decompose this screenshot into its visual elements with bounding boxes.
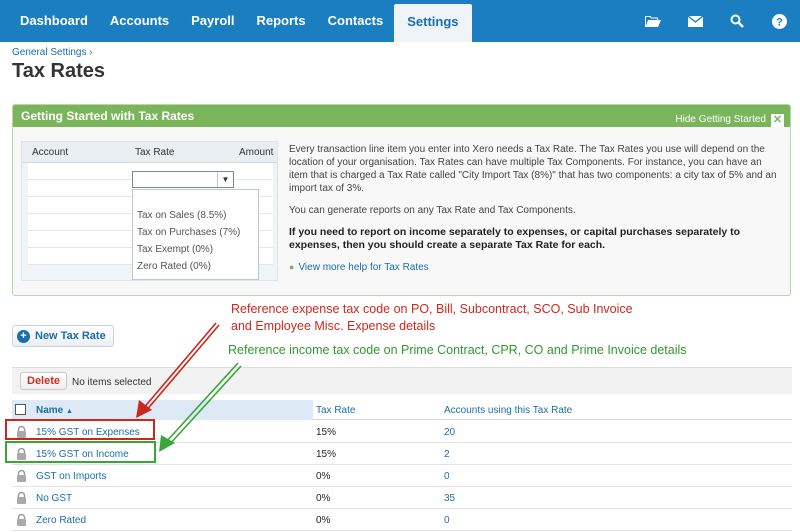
example-col-account: Account [32, 147, 69, 158]
close-icon: ✕ [771, 113, 784, 127]
tax-rate-value: 15% [316, 427, 337, 438]
dropdown-arrow-icon: ▼ [217, 172, 233, 187]
example-option: Tax on Sales (8.5%) [137, 210, 227, 221]
nav-icons: ? [632, 0, 800, 42]
tax-rate-name-link[interactable]: GST on Imports [36, 471, 106, 482]
tax-rate-name-link[interactable]: No GST [36, 493, 72, 504]
example-table-header: Account Tax Rate Amount [22, 142, 277, 163]
getting-started-title: Getting Started with Tax Rates [21, 109, 195, 123]
tax-rate-example-illustration: Account Tax Rate Amount ▼ Tax on Sales (… [21, 141, 278, 281]
table-row: Zero Rated 0% 0 [12, 509, 792, 531]
help-link[interactable]: View more help for Tax Rates [298, 262, 428, 273]
example-tax-rate-combo: ▼ [132, 171, 234, 188]
svg-text:?: ? [776, 16, 783, 28]
expense-highlight-box [5, 419, 155, 440]
accounts-count-link[interactable]: 2 [444, 449, 450, 460]
header-tax-rate[interactable]: Tax Rate [316, 405, 355, 416]
select-all-checkbox[interactable] [15, 404, 26, 415]
income-annotation: Reference income tax code on Prime Contr… [228, 343, 687, 357]
income-highlight-box [5, 441, 156, 463]
mail-icon[interactable] [674, 0, 716, 42]
selection-status: No items selected [72, 377, 152, 388]
tax-rate-name-link[interactable]: Zero Rated [36, 515, 86, 526]
plus-icon: + [17, 329, 30, 343]
separate-rates-paragraph: If you need to report on income separate… [289, 226, 741, 251]
delete-button[interactable]: Delete [20, 372, 68, 390]
getting-started-header: Getting Started with Tax Rates Hide Gett… [13, 105, 790, 127]
sort-asc-icon: ▲ [66, 408, 73, 415]
accounts-count-link[interactable]: 0 [444, 471, 450, 482]
top-nav: Dashboard Accounts Payroll Reports Conta… [0, 0, 800, 42]
tab-accounts[interactable]: Accounts [99, 0, 180, 42]
tax-rate-value: 0% [316, 515, 331, 526]
breadcrumb-general-settings[interactable]: General Settings [12, 47, 87, 58]
example-col-tax-rate: Tax Rate [135, 147, 175, 158]
tax-rate-value: 15% [316, 449, 337, 460]
lock-icon [16, 491, 27, 507]
nav-tabs: Dashboard Accounts Payroll Reports Conta… [0, 0, 472, 42]
page-title: Tax Rates [12, 60, 106, 82]
accounts-count-link[interactable]: 20 [444, 427, 455, 438]
tab-settings[interactable]: Settings [394, 4, 472, 42]
hide-getting-started-button[interactable]: Hide Getting Started ✕ [675, 109, 784, 131]
breadcrumb-separator: › [89, 47, 93, 58]
table-row: No GST 0% 35 [12, 487, 792, 509]
header-name[interactable]: Name ▲ [36, 405, 73, 416]
header-name-label: Name [36, 405, 64, 416]
tax-rate-value: 0% [316, 493, 331, 504]
bullet-icon: ● [289, 262, 295, 272]
tab-reports[interactable]: Reports [246, 0, 317, 42]
example-option: Zero Rated (0%) [137, 261, 211, 272]
folder-icon[interactable] [632, 0, 674, 42]
reports-paragraph: You can generate reports on any Tax Rate… [289, 205, 576, 216]
accounts-count-link[interactable]: 35 [444, 493, 455, 504]
hide-getting-started-label: Hide Getting Started [675, 114, 766, 125]
new-tax-rate-button[interactable]: + New Tax Rate [12, 325, 114, 347]
table-row: GST on Imports 0% 0 [12, 465, 792, 487]
lock-icon [16, 469, 27, 485]
breadcrumb: General Settings › [12, 47, 93, 58]
table-header: Name ▲ Tax Rate Accounts using this Tax … [12, 400, 792, 420]
lock-icon [16, 513, 27, 529]
tab-payroll[interactable]: Payroll [180, 0, 245, 42]
example-option: Tax on Purchases (7%) [137, 227, 241, 238]
tab-contacts[interactable]: Contacts [317, 0, 395, 42]
intro-paragraph: Every transaction line item you enter in… [289, 144, 777, 194]
tax-rate-value: 0% [316, 471, 331, 482]
getting-started-panel: Getting Started with Tax Rates Hide Gett… [12, 104, 791, 296]
new-tax-rate-label: New Tax Rate [35, 330, 106, 342]
getting-started-text: Every transaction line item you enter in… [289, 143, 781, 283]
example-option: Tax Exempt (0%) [137, 244, 214, 255]
search-icon[interactable] [716, 0, 758, 42]
expense-annotation: Reference expense tax code on PO, Bill, … [231, 302, 633, 333]
accounts-count-link[interactable]: 0 [444, 515, 450, 526]
header-accounts[interactable]: Accounts using this Tax Rate [444, 405, 572, 416]
help-icon[interactable]: ? [758, 0, 800, 42]
list-toolbar: Delete No items selected [12, 367, 792, 394]
example-tax-rate-dropdown: Tax on Sales (8.5%) Tax on Purchases (7%… [132, 189, 259, 280]
tab-dashboard[interactable]: Dashboard [0, 0, 99, 42]
example-col-amount: Amount [239, 147, 274, 158]
